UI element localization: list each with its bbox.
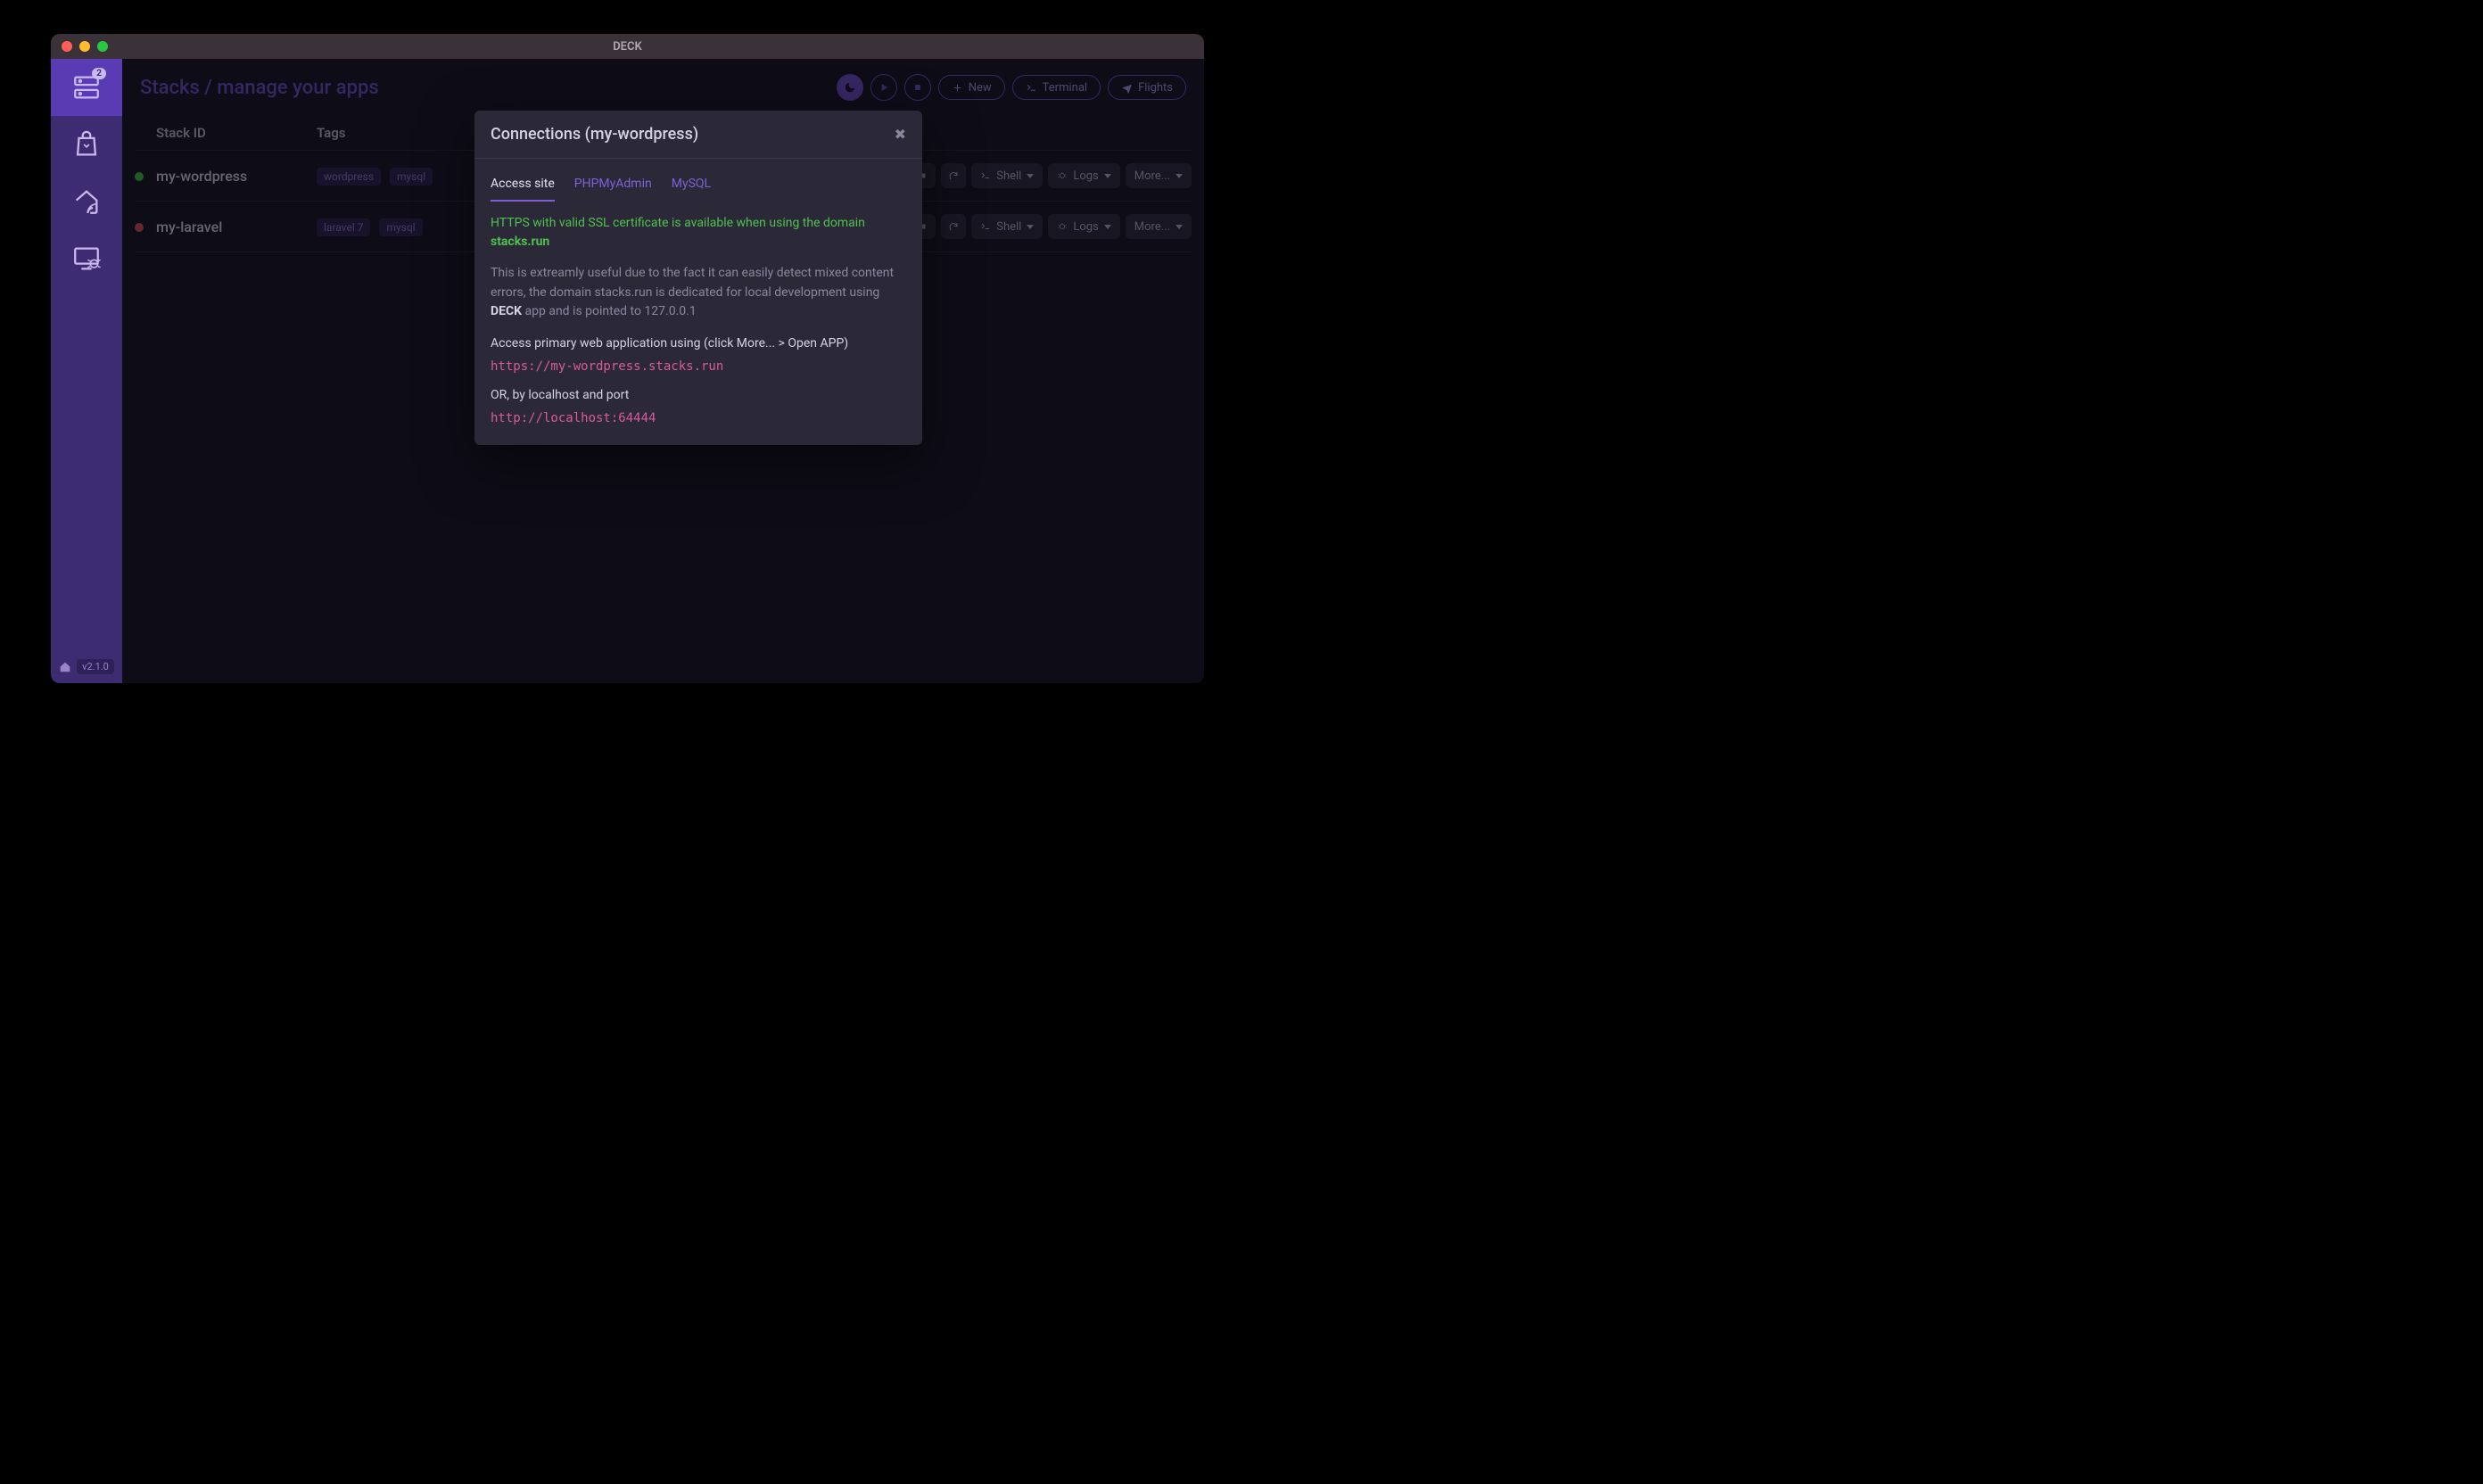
window-title: DECK <box>51 40 1204 54</box>
tab-phpmyadmin[interactable]: PHPMyAdmin <box>574 169 652 202</box>
modal-close-button[interactable]: ✖ <box>895 126 906 143</box>
sidebar-item-home[interactable] <box>51 173 122 230</box>
modal-title: Connections (my-wordpress) <box>491 125 698 144</box>
app-window: DECK 2 <box>51 34 1204 683</box>
sidebar-item-stacks[interactable]: 2 <box>51 59 122 116</box>
connections-modal: Connections (my-wordpress) ✖ Access site… <box>474 111 922 445</box>
sidebar-item-debug[interactable] <box>51 230 122 287</box>
tab-access-site[interactable]: Access site <box>491 169 555 202</box>
titlebar: DECK <box>51 34 1204 59</box>
home-wifi-icon <box>71 186 102 217</box>
modal-header: Connections (my-wordpress) ✖ <box>474 111 922 159</box>
sidebar-footer: v2.1.0 <box>51 659 122 674</box>
access-instruction: Access primary web application using (cl… <box>491 336 906 350</box>
ssl-notice: HTTPS with valid SSL certificate is avai… <box>491 214 906 251</box>
version-label: v2.1.0 <box>77 659 114 674</box>
modal-tabs: Access site PHPMyAdmin MySQL <box>491 169 906 202</box>
tab-mysql[interactable]: MySQL <box>672 169 711 202</box>
modal-body: Access site PHPMyAdmin MySQL HTTPS with … <box>474 159 922 445</box>
shopping-bag-icon <box>71 129 102 160</box>
description-text: This is extreamly useful due to the fact… <box>491 264 906 322</box>
localhost-url[interactable]: http://localhost:64444 <box>491 411 906 425</box>
close-icon: ✖ <box>895 126 906 143</box>
monitor-bug-icon <box>71 243 102 274</box>
main-content: Stacks / manage your apps New <box>122 59 1204 683</box>
sidebar-item-marketplace[interactable] <box>51 116 122 173</box>
primary-url[interactable]: https://my-wordpress.stacks.run <box>491 359 906 374</box>
or-label: OR, by localhost and port <box>491 388 906 402</box>
home-icon <box>59 661 71 673</box>
sidebar: 2 v2.1.0 <box>51 59 122 683</box>
stacks-count-badge: 2 <box>92 68 106 79</box>
